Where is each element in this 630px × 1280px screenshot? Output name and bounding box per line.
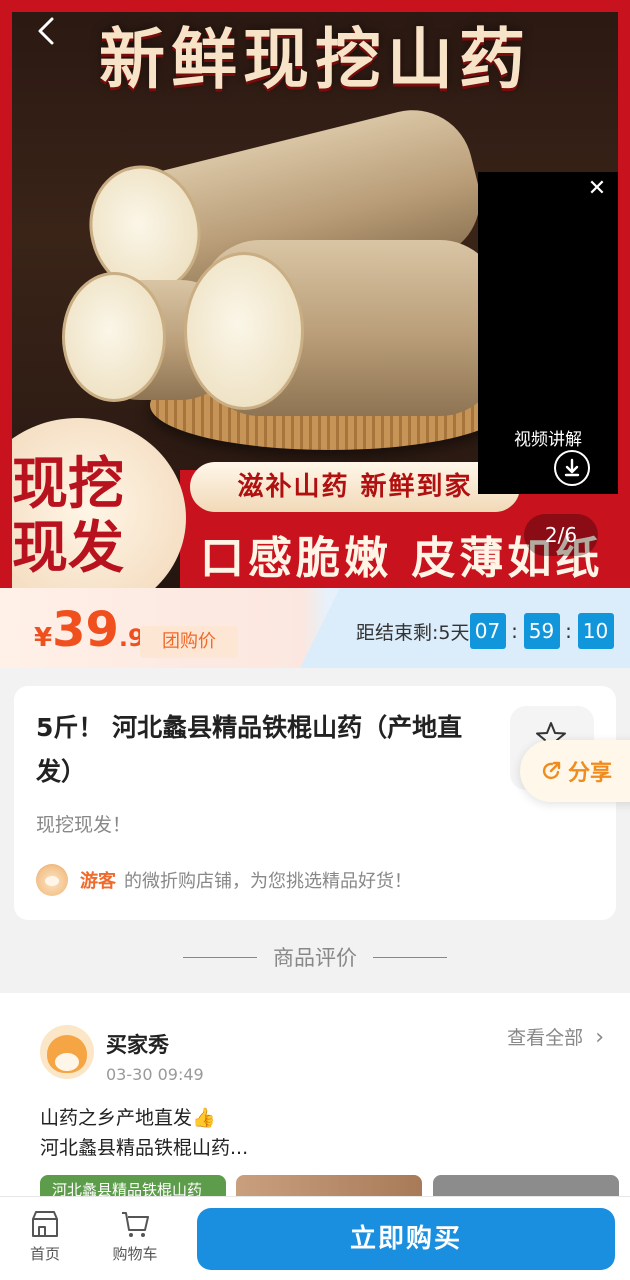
shop-description: 的微折购店铺，为您挑选精品好货！ bbox=[124, 871, 412, 892]
shop-line: 游客 的微折购店铺，为您挑选精品好货！ bbox=[36, 862, 412, 898]
avatar bbox=[40, 1025, 94, 1079]
shop-user-link[interactable]: 游客 bbox=[80, 867, 116, 893]
video-explainer-panel[interactable]: ✕ 视频讲解 bbox=[478, 172, 618, 494]
reviews-section-header: 商品评价 bbox=[0, 940, 630, 974]
group-price: ¥39.9 bbox=[34, 602, 145, 658]
video-label: 视频讲解 bbox=[478, 424, 618, 456]
product-image-carousel[interactable]: 滋补山药 新鲜到家 口感脆嫩 皮薄如纸 现挖现发 新鲜现挖山药 ✕ 视频讲解 2… bbox=[0, 0, 630, 588]
banner-title: 新鲜现挖山药 bbox=[99, 20, 531, 98]
product-title: 5斤！ 河北蠡县精品铁棍山药（产地直发） bbox=[36, 713, 463, 786]
back-button[interactable] bbox=[30, 14, 64, 48]
nav-home[interactable]: 首页 bbox=[10, 1209, 80, 1264]
review-date: 03-30 09:49 bbox=[106, 1065, 204, 1084]
image-counter: 2/6 bbox=[524, 514, 598, 556]
chevron-right-icon: › bbox=[595, 1025, 604, 1050]
countdown-hours: 07 bbox=[469, 613, 506, 649]
countdown-minutes: 59 bbox=[523, 613, 560, 649]
review-card: 买家秀 03-30 09:49 查看全部 › 山药之乡产地直发👍 河北蠡县精品铁棍… bbox=[0, 993, 630, 1215]
reviewer-name: 买家秀 bbox=[106, 1033, 169, 1057]
reviews-section-title: 商品评价 bbox=[273, 946, 357, 970]
shop-avatar bbox=[36, 864, 68, 896]
back-arrow-icon bbox=[38, 17, 54, 45]
yam-cut-graphic bbox=[184, 252, 304, 410]
yam-cut-graphic bbox=[62, 272, 166, 402]
fresh-dig-text: 现挖现发 bbox=[12, 451, 124, 581]
slogan-small: 滋补山药 新鲜到家 bbox=[190, 462, 520, 512]
share-icon bbox=[542, 761, 561, 780]
countdown-timer: 距结束剩:5天 07 : 59 : 10 bbox=[356, 613, 614, 649]
countdown-label: 距结束剩:5天 bbox=[356, 621, 470, 644]
close-icon[interactable]: ✕ bbox=[586, 178, 608, 200]
buy-now-button[interactable]: 立即购买 bbox=[197, 1208, 615, 1270]
download-icon[interactable] bbox=[554, 450, 590, 486]
view-all-reviews-link[interactable]: 查看全部 › bbox=[507, 1023, 604, 1050]
group-price-tag: 团购价 bbox=[140, 626, 238, 658]
share-button[interactable]: 分享 bbox=[520, 740, 630, 802]
store-icon bbox=[32, 1211, 58, 1237]
review-text: 山药之乡产地直发👍 河北蠡县精品铁棍山药... bbox=[40, 1107, 249, 1159]
nav-cart[interactable]: 购物车 bbox=[100, 1209, 170, 1264]
cart-icon bbox=[122, 1212, 149, 1237]
product-info-card: 5斤！ 河北蠡县精品铁棍山药（产地直发） 现挖现发！ 游客 的微折购店铺，为您挑… bbox=[14, 686, 616, 920]
countdown-seconds: 10 bbox=[577, 613, 614, 649]
product-subtitle: 现挖现发！ bbox=[36, 814, 132, 836]
share-label: 分享 bbox=[568, 761, 613, 786]
